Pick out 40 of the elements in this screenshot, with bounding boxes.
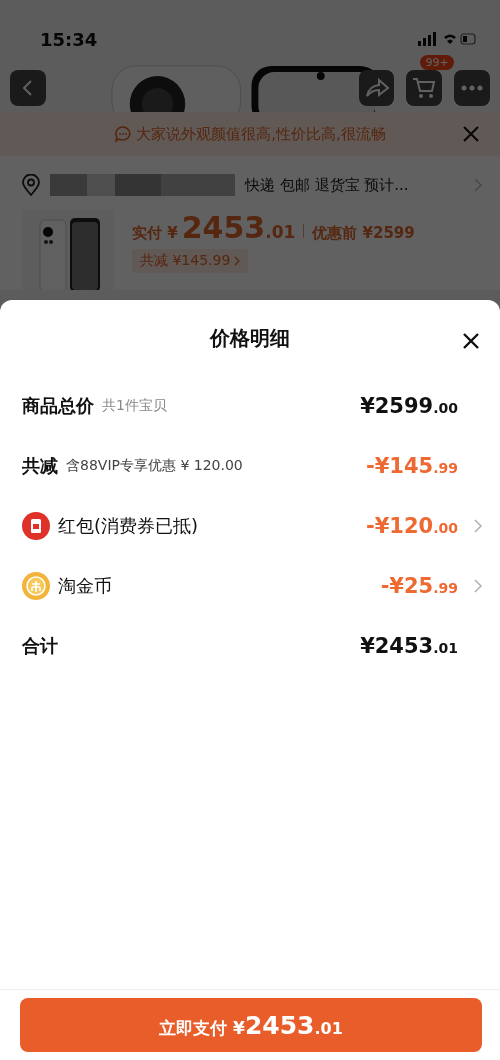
close-icon[interactable] [462,332,480,350]
status-time: 15:34 [40,28,98,50]
more-icon [461,85,484,91]
paid-amount: 2453.01 [181,210,296,245]
row-label: 商品总价 [22,394,94,418]
sheet-title: 价格明细 [210,324,290,352]
row-amount: -¥25.99 [380,574,458,598]
row-note: 共1件宝贝 [102,397,167,415]
row-label: 共减 [22,454,58,478]
row-amount: ¥2599.00 [360,394,458,418]
cart-button[interactable] [406,70,443,106]
cart-badge: 99+ [420,55,454,70]
pay-button[interactable]: 立即支付 ¥2453.01 [20,998,482,1052]
signal-icon [418,32,476,46]
envelope-icon [22,512,50,540]
discount-chip[interactable]: 共减 ¥145.99 [132,249,249,273]
chevron-icon[interactable] [474,178,482,192]
row-amount: -¥120.00 [366,514,458,538]
row-label: 合计 [22,634,58,658]
coin-icon [22,572,50,600]
more-button[interactable] [454,70,490,106]
row-label: 红包(消费券已抵) [58,514,199,538]
location-icon [22,174,40,196]
chevron-icon[interactable] [474,519,482,533]
share-button[interactable] [358,70,395,106]
row-label: 淘金币 [58,574,112,598]
share-icon [363,77,390,99]
chat-icon [114,125,133,143]
back-button[interactable] [10,70,46,106]
row-amount: -¥145.99 [366,454,458,478]
chevron-icon[interactable] [474,579,482,593]
original-price: 优惠前 ¥2599 [312,224,415,243]
paid-label: 实付 ¥ [132,224,178,243]
row-note: 含88VIP专享优惠 ¥ 120.00 [66,457,243,475]
cart-icon [412,77,437,99]
row-amount: ¥2453.01 [360,634,458,658]
chevron-icon [234,256,241,266]
banner-text: 大家说外观颜值很高,性价比高,很流畅 [136,124,386,144]
delivery-info: 快递 包邮 退货宝 预计... [245,175,409,195]
back-icon [20,78,35,98]
